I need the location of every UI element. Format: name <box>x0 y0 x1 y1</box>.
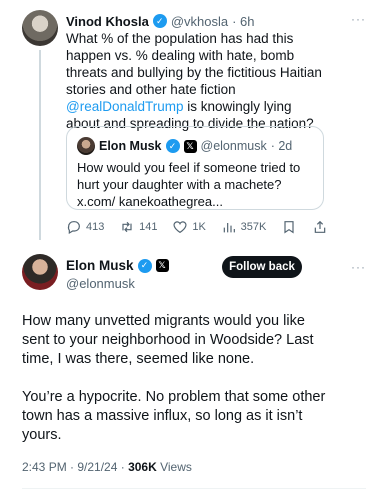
tweet-time[interactable]: · 6h <box>232 14 254 29</box>
more-options-icon[interactable]: ··· <box>351 12 366 26</box>
tweet-header: Vinod Khosla ✓ @vkhosla · 6h <box>66 12 255 30</box>
like-count: 1K <box>192 221 206 233</box>
tweet-text-part: What % of the population has had this ha… <box>66 31 322 97</box>
avatar[interactable] <box>22 10 58 46</box>
author-name-row: Elon Musk ✓ 𝕏 <box>66 258 169 273</box>
views-count: 357K <box>240 221 267 233</box>
reply-button[interactable]: 413 <box>66 219 104 235</box>
avatar <box>77 137 95 155</box>
verified-badge-icon: ✓ <box>165 139 180 153</box>
quoted-author-handle: @elonmusk <box>200 139 267 153</box>
author-handle[interactable]: @vkhosla <box>171 14 228 29</box>
quoted-tweet-text: How would you feel if someone tried to h… <box>77 160 301 209</box>
tweet-timestamp[interactable]: 2:43 PM · 9/21/24 · <box>22 460 128 474</box>
heart-icon <box>173 221 187 234</box>
quoted-tweet-time: · 2d <box>270 139 293 153</box>
views-button[interactable]: 357K <box>221 219 267 235</box>
reply-icon <box>67 221 80 235</box>
like-button[interactable]: 1K <box>172 219 206 235</box>
author-handle[interactable]: @elonmusk <box>66 276 135 291</box>
tweet-text: What % of the population has had this ha… <box>66 30 326 132</box>
main-tweet: Elon Musk ✓ 𝕏 @elonmusk Follow back ··· … <box>0 250 388 500</box>
follow-back-button[interactable]: Follow back <box>222 256 302 278</box>
bookmark-button[interactable] <box>281 219 297 235</box>
more-options-icon[interactable]: ··· <box>351 260 366 274</box>
verified-badge-icon: ✓ <box>152 14 167 28</box>
bookmark-icon <box>284 221 294 234</box>
views-count: 306K <box>128 460 157 474</box>
analytics-icon <box>223 223 235 233</box>
x-affiliation-icon: 𝕏 <box>183 139 197 153</box>
tweet-meta: 2:43 PM · 9/21/24 · 306K Views <box>22 460 192 474</box>
author-name[interactable]: Elon Musk <box>66 258 134 273</box>
author-name[interactable]: Vinod Khosla <box>66 14 149 29</box>
views-label: Views <box>156 460 192 474</box>
quoted-tweet-header: Elon Musk ✓ 𝕏 @elonmusk · 2d <box>77 137 292 155</box>
tweet-actions: 413 141 1K 357K <box>66 218 328 236</box>
tweet-paragraph: You’re a hypocrite. No problem that some… <box>22 389 326 443</box>
thread-line <box>39 50 41 240</box>
share-icon <box>314 220 326 233</box>
quoted-author-name: Elon Musk <box>99 139 162 153</box>
x-affiliation-icon: 𝕏 <box>155 259 169 272</box>
verified-badge-icon: ✓ <box>137 258 152 273</box>
tweet-text: How many unvetted migrants would you lik… <box>22 312 332 464</box>
share-button[interactable] <box>312 219 328 235</box>
divider <box>22 488 366 489</box>
quoted-tweet[interactable]: Elon Musk ✓ 𝕏 @elonmusk · 2d How would y… <box>66 126 324 210</box>
repost-button[interactable]: 141 <box>119 219 158 235</box>
tweet-paragraph: How many unvetted migrants would you lik… <box>22 313 314 367</box>
repost-count: 141 <box>139 221 158 233</box>
reply-count: 413 <box>86 221 105 233</box>
mention-link[interactable]: @realDonaldTrump <box>66 99 184 114</box>
parent-tweet[interactable]: Vinod Khosla ✓ @vkhosla · 6h ··· What % … <box>0 0 388 250</box>
avatar[interactable] <box>22 254 58 290</box>
repost-icon <box>122 221 132 233</box>
